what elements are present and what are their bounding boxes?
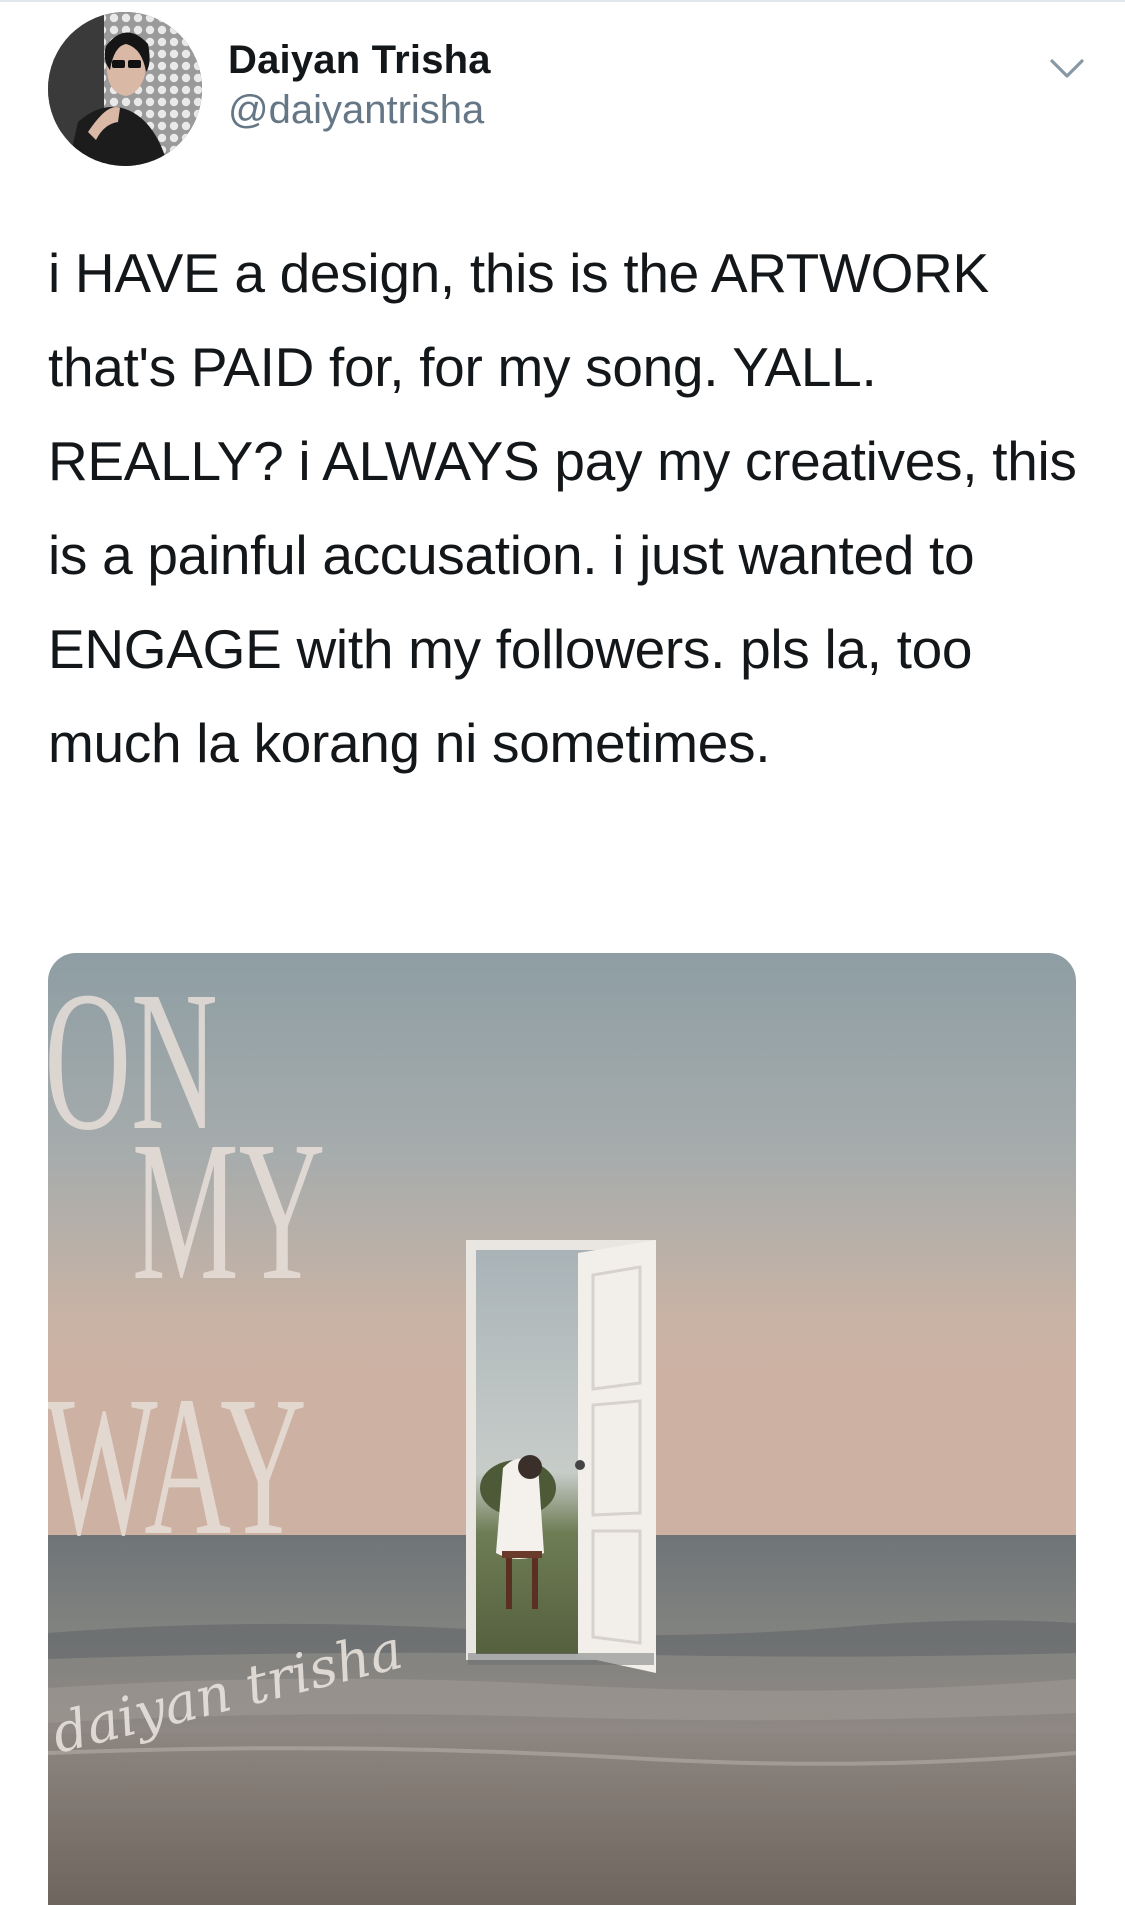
artwork-title-way: WAY bbox=[48, 1355, 307, 1577]
tweet-text: i HAVE a design, this is the ARTWORK tha… bbox=[48, 242, 1077, 774]
author-display-name[interactable]: Daiyan Trisha bbox=[228, 36, 491, 84]
chevron-down-icon[interactable] bbox=[1042, 44, 1092, 94]
tweet-header: Daiyan Trisha @daiyantrisha bbox=[0, 0, 1125, 180]
author-block: Daiyan Trisha @daiyantrisha bbox=[228, 36, 491, 134]
tweet-media-image[interactable]: ON MY WAY daiyan trisha bbox=[48, 953, 1076, 1905]
artwork-title-my: MY bbox=[132, 1100, 325, 1322]
avatar[interactable] bbox=[48, 12, 202, 166]
door-illustration bbox=[466, 1240, 656, 1673]
author-handle[interactable]: @daiyantrisha bbox=[228, 86, 491, 134]
